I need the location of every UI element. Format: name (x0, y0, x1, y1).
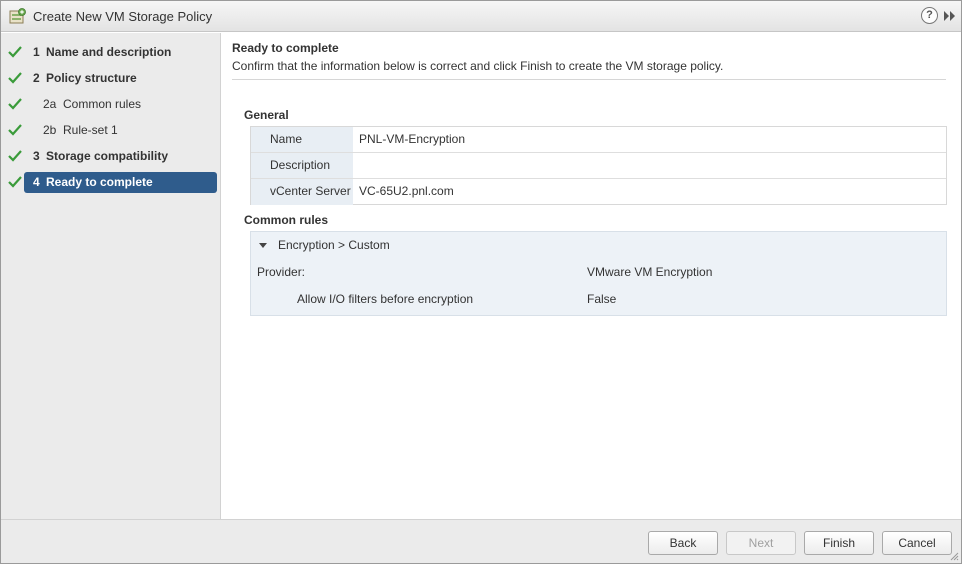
step-policy-structure[interactable]: 2 Policy structure (8, 68, 217, 89)
step-rule-set-1[interactable]: 2b Rule-set 1 (8, 120, 217, 141)
step-ready-to-complete[interactable]: 4 Ready to complete (8, 172, 217, 193)
page-title: Ready to complete (232, 41, 339, 55)
row-key: Name (251, 127, 353, 152)
wizard-window: Create New VM Storage Policy ? 1 Name an… (0, 0, 962, 564)
step-name-and-description[interactable]: 1 Name and description (8, 42, 217, 63)
general-table: Name PNL-VM-Encryption Description vCent… (250, 126, 947, 205)
footer-bar: Back Next Finish Cancel (1, 519, 961, 563)
checkmark-icon (8, 124, 22, 136)
main-content: Ready to complete Confirm that the infor… (222, 33, 961, 519)
next-button[interactable]: Next (726, 531, 796, 555)
step-common-rules[interactable]: 2a Common rules (8, 94, 217, 115)
allow-io-filters-value: False (587, 292, 617, 306)
window-title: Create New VM Storage Policy (33, 9, 213, 24)
common-rules-heading: Common rules (244, 213, 329, 227)
finish-button[interactable]: Finish (804, 531, 874, 555)
row-value: PNL-VM-Encryption (359, 132, 466, 146)
row-value: VC-65U2.pnl.com (359, 184, 454, 198)
table-row: Name PNL-VM-Encryption (251, 127, 946, 153)
step-label: Name and description (46, 45, 172, 59)
table-row: Description (251, 153, 946, 179)
step-number: 2a (43, 97, 57, 111)
step-number: 2 (33, 71, 40, 85)
step-number: 2b (43, 123, 57, 137)
general-heading: General (244, 108, 289, 122)
table-row: vCenter Server VC-65U2.pnl.com (251, 179, 946, 205)
storage-policy-icon (9, 8, 26, 24)
step-number: 4 (33, 175, 40, 189)
step-label: Common rules (63, 97, 142, 111)
divider (232, 79, 946, 80)
checkmark-icon (8, 176, 22, 188)
provider-value: VMware VM Encryption (587, 265, 713, 279)
checkmark-icon (8, 46, 22, 58)
double-chevron-right-icon[interactable] (943, 10, 957, 22)
rule-name[interactable]: Encryption > Custom (278, 238, 390, 252)
title-bar: Create New VM Storage Policy ? (1, 1, 961, 32)
wizard-steps-sidebar: 1 Name and description 2 Policy structur… (1, 33, 221, 519)
allow-io-filters-label: Allow I/O filters before encryption (297, 292, 474, 306)
step-label: Storage compatibility (46, 149, 169, 163)
checkmark-icon (8, 98, 22, 110)
collapse-triangle-icon[interactable] (259, 243, 267, 248)
step-number: 3 (33, 149, 40, 163)
step-label: Policy structure (46, 71, 137, 85)
provider-label: Provider: (257, 265, 306, 279)
checkmark-icon (8, 72, 22, 84)
step-label: Rule-set 1 (63, 123, 118, 137)
cancel-button[interactable]: Cancel (882, 531, 952, 555)
row-key: vCenter Server (251, 179, 353, 205)
step-number: 1 (33, 45, 40, 59)
back-button[interactable]: Back (648, 531, 718, 555)
step-storage-compatibility[interactable]: 3 Storage compatibility (8, 146, 217, 167)
page-description: Confirm that the information below is co… (232, 59, 724, 73)
row-key: Description (251, 153, 353, 178)
common-rules-panel: Encryption > Custom Provider: VMware VM … (250, 231, 947, 316)
checkmark-icon (8, 150, 22, 162)
help-icon[interactable]: ? (921, 7, 938, 24)
resize-grip-icon[interactable] (949, 551, 959, 561)
step-label: Ready to complete (46, 175, 153, 189)
